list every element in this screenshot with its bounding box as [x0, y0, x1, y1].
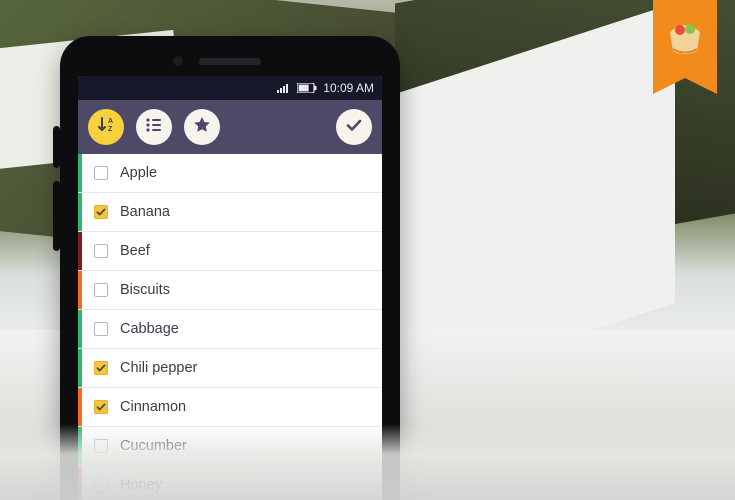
item-label: Cabbage	[120, 321, 382, 337]
category-color-bar	[78, 427, 82, 465]
phone-sensor	[173, 56, 183, 66]
item-label: Banana	[120, 204, 382, 220]
item-label: Honey	[120, 477, 382, 493]
list-item[interactable]: Banana	[78, 193, 382, 232]
list-view-button[interactable]	[136, 109, 172, 145]
item-checkbox[interactable]	[94, 283, 108, 297]
item-label: Cinnamon	[120, 399, 382, 415]
category-color-bar	[78, 388, 82, 426]
promo-scene: 10:09 AM AZ Apple Banana Beef Biscuits Cabba…	[0, 0, 735, 500]
favorites-button[interactable]	[184, 109, 220, 145]
category-color-bar	[78, 193, 82, 231]
list-item[interactable]: Apple	[78, 154, 382, 193]
item-checkbox[interactable]	[94, 400, 108, 414]
list-item[interactable]: Honey	[78, 466, 382, 500]
status-time: 10:09 AM	[323, 81, 374, 95]
category-color-bar	[78, 349, 82, 387]
list-item[interactable]: Chili pepper	[78, 349, 382, 388]
sort-az-icon: AZ	[96, 115, 116, 140]
svg-text:A: A	[108, 118, 113, 125]
app-ribbon-badge	[653, 0, 717, 78]
list-item[interactable]: Beef	[78, 232, 382, 271]
phone-speaker	[199, 58, 261, 65]
battery-icon	[297, 83, 317, 93]
item-checkbox[interactable]	[94, 361, 108, 375]
svg-text:Z: Z	[108, 126, 113, 133]
item-checkbox[interactable]	[94, 439, 108, 453]
sort-az-button[interactable]: AZ	[88, 109, 124, 145]
list-item[interactable]: Biscuits	[78, 271, 382, 310]
item-checkbox[interactable]	[94, 244, 108, 258]
item-checkbox[interactable]	[94, 166, 108, 180]
status-bar: 10:09 AM	[78, 76, 382, 100]
app-toolbar: AZ	[78, 100, 382, 154]
shopping-list[interactable]: Apple Banana Beef Biscuits Cabbage Chili pepp…	[78, 154, 382, 500]
phone-screen: 10:09 AM AZ Apple Banana Beef Biscuits Cabba…	[78, 76, 382, 500]
item-checkbox[interactable]	[94, 322, 108, 336]
item-label: Beef	[120, 243, 382, 259]
item-label: Cucumber	[120, 438, 382, 454]
item-checkbox[interactable]	[94, 478, 108, 492]
item-label: Biscuits	[120, 282, 382, 298]
item-checkbox[interactable]	[94, 205, 108, 219]
category-color-bar	[78, 310, 82, 348]
check-icon	[344, 115, 364, 140]
grocery-bag-icon	[664, 15, 706, 57]
list-item[interactable]: Cucumber	[78, 427, 382, 466]
list-item[interactable]: Cinnamon	[78, 388, 382, 427]
item-label: Apple	[120, 165, 382, 181]
category-color-bar	[78, 466, 82, 500]
phone-frame: 10:09 AM AZ Apple Banana Beef Biscuits Cabba…	[60, 36, 400, 500]
star-icon	[192, 115, 212, 140]
item-label: Chili pepper	[120, 360, 382, 376]
category-color-bar	[78, 154, 82, 192]
list-icon	[144, 115, 164, 140]
signal-icon	[277, 83, 291, 93]
category-color-bar	[78, 232, 82, 270]
list-item[interactable]: Cabbage	[78, 310, 382, 349]
category-color-bar	[78, 271, 82, 309]
confirm-button[interactable]	[336, 109, 372, 145]
